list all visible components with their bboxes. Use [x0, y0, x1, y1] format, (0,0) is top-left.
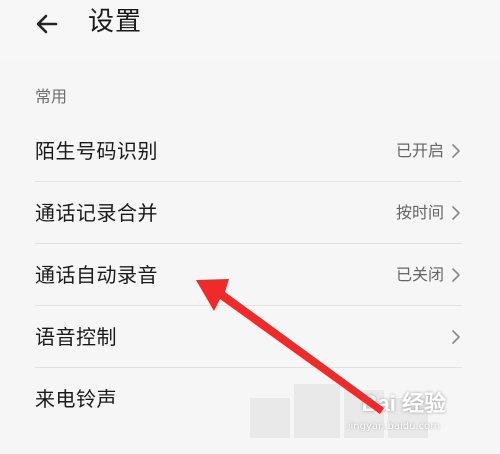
- chevron-right-icon: [452, 144, 460, 158]
- setting-label: 通话记录合并: [35, 201, 158, 225]
- section-label-common: 常用: [35, 87, 68, 106]
- watermark: Bai 经验 jingyan.baidu.com: [250, 380, 480, 440]
- page-title: 设置: [88, 7, 143, 37]
- setting-row-unknown-number-identification[interactable]: 陌生号码识别 已开启: [0, 120, 500, 182]
- watermark-subtext: jingyan.baidu.com: [347, 421, 440, 432]
- watermark-block: [250, 398, 290, 438]
- setting-label: 陌生号码识别: [35, 139, 158, 163]
- arrow-left-icon[interactable]: [34, 8, 66, 40]
- setting-row-call-log-merge[interactable]: 通话记录合并 按时间: [0, 182, 500, 244]
- watermark-text: Bai 经验: [361, 391, 446, 416]
- header-bar: 设置: [0, 0, 500, 62]
- setting-value: 已开启: [395, 141, 444, 160]
- setting-label: 来电铃声: [35, 387, 117, 411]
- watermark-block: [294, 384, 340, 438]
- chevron-right-icon: [452, 206, 460, 220]
- chevron-right-icon: [452, 268, 460, 282]
- setting-label: 语音控制: [35, 325, 117, 349]
- setting-value: 按时间: [395, 203, 444, 222]
- settings-screen: 设置 常用 陌生号码识别 已开启 通话记录合并 按时间 通话自动录音 已关闭 语…: [0, 0, 500, 454]
- chevron-right-icon: [452, 330, 460, 344]
- setting-label: 通话自动录音: [35, 263, 158, 287]
- setting-row-auto-call-recording[interactable]: 通话自动录音 已关闭: [0, 244, 500, 306]
- setting-value: 已关闭: [395, 265, 444, 284]
- setting-row-voice-control[interactable]: 语音控制: [0, 306, 500, 368]
